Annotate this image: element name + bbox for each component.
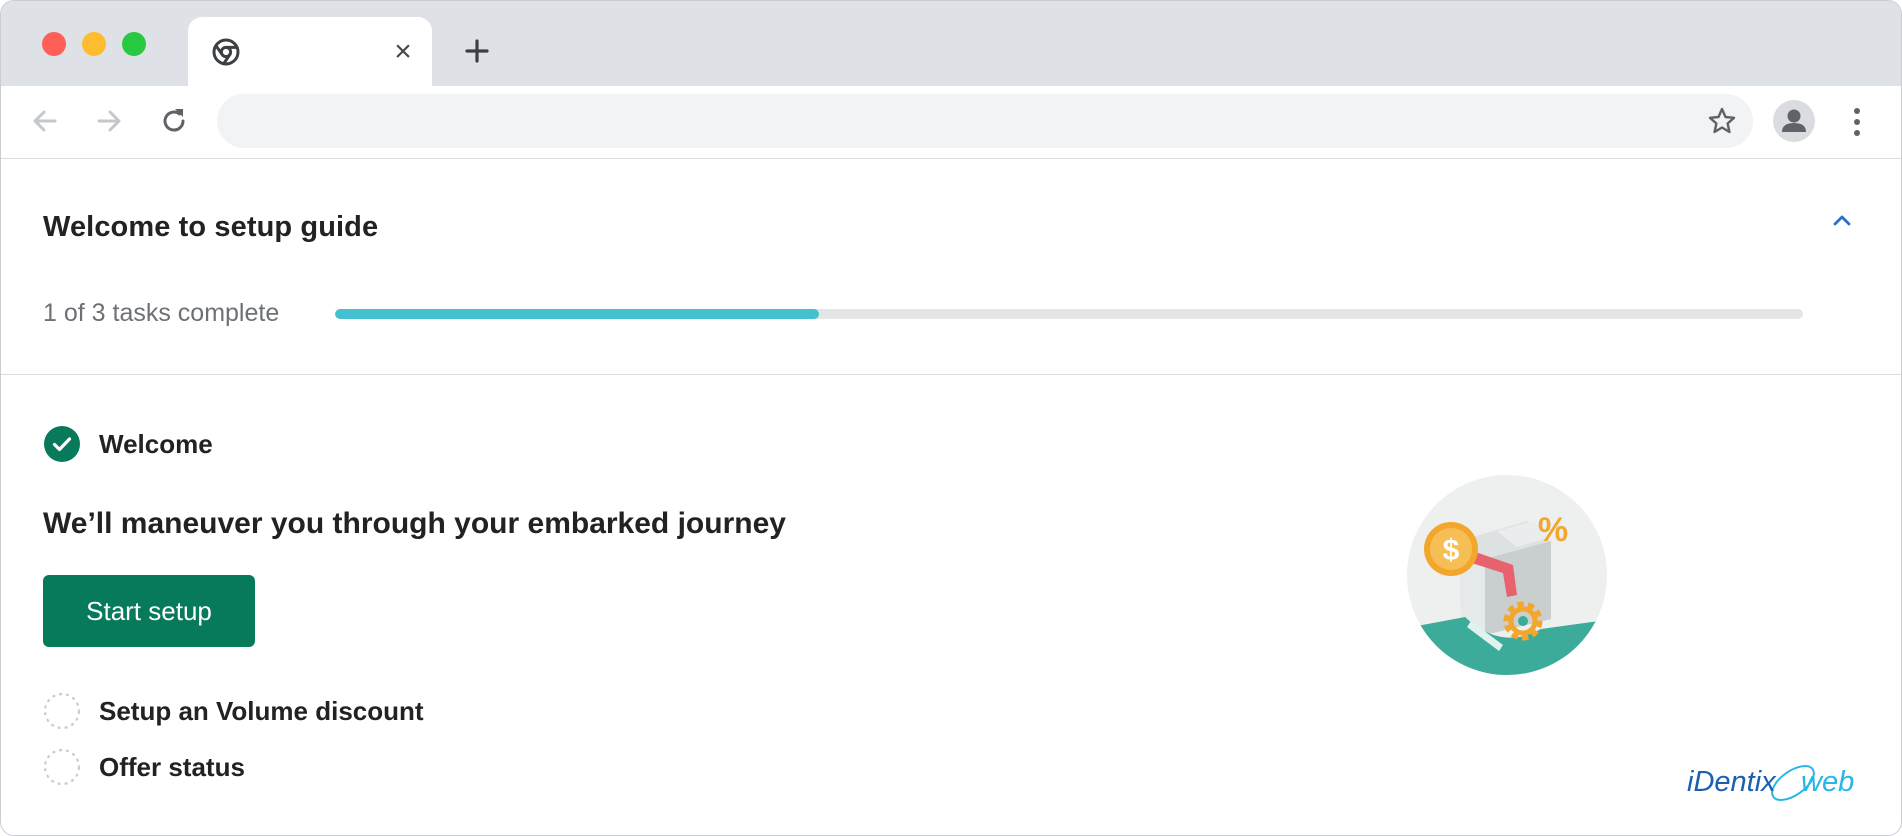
task-label-volume-discount[interactable]: Setup an Volume discount bbox=[99, 696, 424, 727]
task-description: We’ll maneuver you through your embarked… bbox=[43, 507, 786, 540]
check-circle-icon[interactable] bbox=[43, 425, 81, 463]
start-setup-button[interactable]: Start setup bbox=[43, 575, 255, 647]
close-tab-icon[interactable]: × bbox=[388, 37, 418, 67]
minimize-window-button[interactable] bbox=[82, 32, 106, 56]
kebab-icon[interactable] bbox=[1845, 105, 1869, 139]
setup-guide-title: Welcome to setup guide bbox=[43, 211, 379, 243]
tab-strip: × bbox=[1, 1, 1901, 89]
chrome-icon bbox=[211, 37, 241, 67]
arrow-left-icon[interactable] bbox=[27, 103, 63, 139]
chevron-up-icon[interactable] bbox=[1827, 205, 1857, 235]
task-label-welcome[interactable]: Welcome bbox=[99, 429, 213, 460]
maximize-window-button[interactable] bbox=[122, 32, 146, 56]
progress-label: 1 of 3 tasks complete bbox=[43, 299, 280, 327]
reload-icon[interactable] bbox=[156, 103, 192, 139]
close-window-button[interactable] bbox=[42, 32, 66, 56]
browser-window: × Welcome to setup guide 1 of 3 tasks co… bbox=[0, 0, 1902, 836]
person-icon[interactable] bbox=[1773, 100, 1815, 142]
progress-bar bbox=[335, 309, 1803, 319]
svg-text:web: web bbox=[1801, 766, 1854, 798]
svg-text:%: % bbox=[1538, 511, 1568, 549]
arrow-right-icon[interactable] bbox=[91, 103, 127, 139]
plus-icon[interactable] bbox=[459, 33, 495, 69]
setup-guide-card: Welcome to setup guide 1 of 3 tasks comp… bbox=[1, 159, 1901, 835]
brand-logo: iDentix web bbox=[1685, 749, 1875, 811]
svg-text:iDentix: iDentix bbox=[1687, 766, 1777, 798]
svg-text:$: $ bbox=[1443, 534, 1460, 567]
browser-tab[interactable]: × bbox=[188, 17, 432, 89]
task-label-offer-status[interactable]: Offer status bbox=[99, 752, 245, 783]
divider bbox=[1, 374, 1901, 375]
progress-bar-fill bbox=[335, 309, 820, 319]
star-icon[interactable] bbox=[1707, 106, 1737, 136]
dashed-circle-icon[interactable] bbox=[43, 748, 81, 786]
browser-toolbar bbox=[1, 86, 1901, 159]
address-bar[interactable] bbox=[217, 94, 1753, 148]
discount-illustration: $ % bbox=[1401, 469, 1613, 681]
dashed-circle-icon[interactable] bbox=[43, 692, 81, 730]
